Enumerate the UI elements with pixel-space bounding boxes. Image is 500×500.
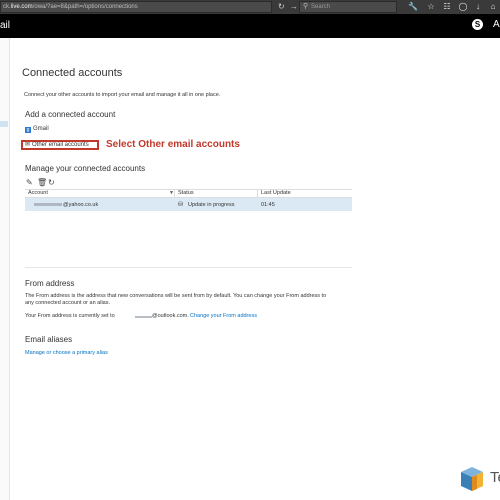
account-status: Update in progress (188, 202, 235, 208)
user-avatar[interactable]: A (493, 19, 500, 31)
column-header-account[interactable]: Account (28, 190, 48, 197)
url-prefix: ck. (3, 4, 11, 10)
from-address-current-label: Your From address is currently set to (25, 313, 115, 319)
change-from-address-link[interactable]: Change your From address (190, 313, 257, 320)
account-last-update: 01:45 (261, 202, 275, 208)
search-icon: ⚲ (303, 3, 309, 10)
url-domain: live.com (10, 4, 33, 10)
reload-icon[interactable]: ↻ (278, 2, 285, 12)
address-bar[interactable]: ck.live.com/owa/?ae=8&path=/options/conn… (0, 1, 272, 13)
skype-icon[interactable]: S (472, 19, 483, 30)
download-icon[interactable]: ↓ (473, 1, 483, 12)
gmail-icon: g (25, 127, 31, 133)
refresh-icon[interactable]: ↻ (48, 178, 55, 187)
from-address-description-cont: any connected account or an alias. (25, 300, 111, 306)
envelope-icon: ✉ (25, 142, 31, 148)
account-email: @yahoo.co.uk (63, 202, 99, 208)
email-aliases-heading: Email aliases (25, 335, 73, 344)
wrench-icon[interactable]: 🔧 (408, 1, 418, 12)
site-logo-icon (461, 467, 483, 491)
add-account-heading: Add a connected account (25, 110, 116, 119)
page-intro: Connect your other accounts to import yo… (24, 92, 221, 98)
manage-alias-link[interactable]: Manage or choose a primary alias (25, 350, 108, 357)
column-header-last-update[interactable]: Last Update (261, 190, 291, 197)
left-navigation-rail (0, 38, 10, 500)
site-logo-text: Te (490, 469, 500, 486)
redacted-account-name (34, 203, 62, 206)
home-icon[interactable]: ⌂ (488, 1, 498, 12)
from-address-current-value: @outlook.com. (152, 313, 189, 319)
go-arrow-icon[interactable]: → (290, 2, 298, 12)
column-header-status[interactable]: Status (178, 190, 194, 197)
manage-accounts-heading: Manage your connected accounts (25, 164, 146, 173)
from-address-description: The From address is the address that new… (25, 293, 327, 299)
from-address-heading: From address (25, 279, 75, 288)
search-input[interactable]: Search (299, 1, 397, 13)
clipboard-icon[interactable]: ☷ (442, 1, 452, 12)
section-divider (25, 267, 352, 268)
column-separator (257, 190, 258, 197)
redacted-from-address (135, 316, 152, 318)
url-path: /owa/?ae=8&path=/options/connections (32, 4, 138, 10)
rail-selected-marker (0, 121, 8, 127)
tutorial-annotation: Select Other email accounts (106, 139, 240, 150)
pocket-icon[interactable]: ◯ (458, 1, 468, 12)
gmail-link[interactable]: Gmail (33, 126, 49, 133)
edit-icon[interactable]: ✎ (26, 178, 33, 187)
delete-icon[interactable]: 🗑 (37, 178, 47, 187)
app-header (0, 14, 500, 38)
bookmark-star-icon[interactable]: ☆ (426, 1, 436, 12)
app-title: ail (0, 20, 11, 31)
column-separator (174, 190, 175, 197)
page-title: Connected accounts (22, 67, 123, 79)
sync-icon: ⛁ (178, 202, 184, 208)
other-email-accounts-label: Other email accounts (32, 142, 89, 148)
